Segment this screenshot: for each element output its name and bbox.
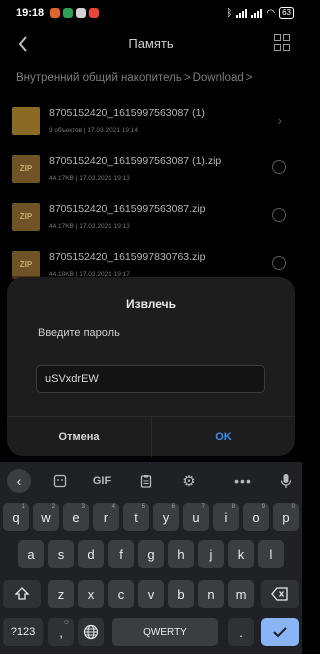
app-notification-icon: [50, 8, 61, 18]
list-item[interactable]: ZIP 8705152420_1615997563087.zip 44.17KB…: [0, 194, 302, 242]
app-notification-icon: [63, 8, 74, 18]
gear-icon[interactable]: ⚙: [177, 466, 201, 496]
key[interactable]: j: [198, 540, 224, 568]
key[interactable]: d: [78, 540, 104, 568]
key[interactable]: q1: [3, 503, 29, 531]
more-icon[interactable]: •••: [231, 466, 255, 496]
key[interactable]: y6: [153, 503, 179, 531]
keyboard-row-4: ?123 , ☺ QWERTY .: [0, 618, 302, 646]
key[interactable]: l: [258, 540, 284, 568]
folder-icon: [12, 107, 40, 135]
zip-icon: ZIP: [12, 203, 40, 231]
key[interactable]: e3: [63, 503, 89, 531]
chevron-right-icon: ›: [277, 112, 282, 128]
file-meta: 44.17KB | 17.03.2021 19:13: [49, 223, 130, 230]
status-bar: 19:18 ᛒ ◠ 63: [0, 0, 302, 26]
bluetooth-icon: ᛒ: [226, 7, 233, 19]
key[interactable]: a: [18, 540, 44, 568]
keyboard-toolbar: ‹ GIF ⚙ •••: [0, 466, 302, 496]
comma-key[interactable]: , ☺: [48, 618, 74, 646]
space-bar[interactable]: QWERTY: [112, 618, 218, 646]
dialog-title: Извлечь: [126, 297, 176, 311]
signal-icon: [251, 8, 263, 18]
wifi-icon: ◠: [266, 7, 276, 19]
signal-icon: [236, 8, 248, 18]
key[interactable]: k: [228, 540, 254, 568]
breadcrumb: Внутренний общий накопитель > Download >: [16, 72, 254, 84]
key[interactable]: h: [168, 540, 194, 568]
key[interactable]: z: [48, 580, 74, 608]
key[interactable]: p0: [273, 503, 299, 531]
key[interactable]: v: [138, 580, 164, 608]
breadcrumb-root[interactable]: Внутренний общий накопитель: [16, 72, 182, 84]
key[interactable]: g: [138, 540, 164, 568]
period-key[interactable]: .: [228, 618, 254, 646]
breadcrumb-separator: >: [183, 72, 191, 84]
key[interactable]: f: [108, 540, 134, 568]
keyboard-row-2: a s d f g h j k l: [0, 540, 302, 568]
clipboard-icon[interactable]: [134, 466, 158, 496]
select-radio[interactable]: [272, 256, 286, 270]
dialog-prompt: Введите пароль: [38, 327, 120, 339]
status-icons: ᛒ ◠ 63: [226, 7, 294, 19]
battery-icon: 63: [279, 7, 294, 19]
file-name: 8705152420_1615997830763.zip: [49, 251, 206, 263]
key[interactable]: w2: [33, 503, 59, 531]
keyboard: ‹ GIF ⚙ ••• q1 w2 e3 r4 t5 y6 u7 i8 o9 p…: [0, 462, 302, 654]
file-name: 8705152420_1615997563087 (1).zip: [49, 155, 222, 167]
enter-key[interactable]: [261, 618, 299, 646]
list-item[interactable]: 8705152420_1615997563087 (1) 9 объектов …: [0, 98, 302, 146]
keyboard-row-3: z x c v b n m: [0, 580, 302, 608]
key[interactable]: n: [198, 580, 224, 608]
app-notification-icon: [89, 8, 100, 18]
list-item[interactable]: ZIP 8705152420_1615997563087 (1).zip 44.…: [0, 146, 302, 194]
grid-view-icon[interactable]: [274, 34, 292, 52]
shift-key[interactable]: [3, 580, 41, 608]
sticker-icon[interactable]: [48, 466, 72, 496]
key[interactable]: u7: [183, 503, 209, 531]
ok-button[interactable]: OK: [152, 417, 295, 457]
key[interactable]: r4: [93, 503, 119, 531]
gif-button[interactable]: GIF: [88, 466, 116, 496]
page-title: Память: [128, 36, 174, 51]
file-meta: 9 объектов | 17.03.2021 19:14: [49, 127, 139, 134]
file-meta: 44.17KB | 17.03.2021 19:13: [49, 175, 130, 182]
dialog-actions: Отмена OK: [7, 416, 295, 457]
key[interactable]: o9: [243, 503, 269, 531]
backspace-key[interactable]: [261, 580, 299, 608]
key[interactable]: s: [48, 540, 74, 568]
zip-icon: ZIP: [12, 155, 40, 183]
key[interactable]: t5: [123, 503, 149, 531]
password-field[interactable]: uSVxdrEW: [36, 365, 265, 393]
microphone-icon[interactable]: [274, 466, 298, 496]
globe-icon[interactable]: [78, 618, 104, 646]
file-name: 8705152420_1615997563087 (1): [49, 107, 205, 119]
select-radio[interactable]: [272, 208, 286, 222]
key[interactable]: b: [168, 580, 194, 608]
breadcrumb-folder[interactable]: Download: [193, 72, 244, 84]
cancel-button[interactable]: Отмена: [7, 417, 151, 457]
select-radio[interactable]: [272, 160, 286, 174]
chevron-left-icon[interactable]: ‹: [7, 469, 31, 493]
file-name: 8705152420_1615997563087.zip: [49, 203, 206, 215]
key[interactable]: i8: [213, 503, 239, 531]
key[interactable]: x: [78, 580, 104, 608]
extract-dialog: Извлечь Введите пароль uSVxdrEW Отмена O…: [7, 277, 295, 457]
status-time: 19:18: [16, 7, 45, 19]
key[interactable]: c: [108, 580, 134, 608]
breadcrumb-separator: >: [245, 72, 253, 84]
app-bar: Память: [0, 26, 302, 62]
file-list: 8705152420_1615997563087 (1) 9 объектов …: [0, 98, 302, 290]
keyboard-row-1: q1 w2 e3 r4 t5 y6 u7 i8 o9 p0: [0, 503, 302, 531]
zip-icon: ZIP: [12, 251, 40, 279]
key[interactable]: m: [228, 580, 254, 608]
app-notification-icon: [76, 8, 87, 18]
symbols-key[interactable]: ?123: [3, 618, 43, 646]
